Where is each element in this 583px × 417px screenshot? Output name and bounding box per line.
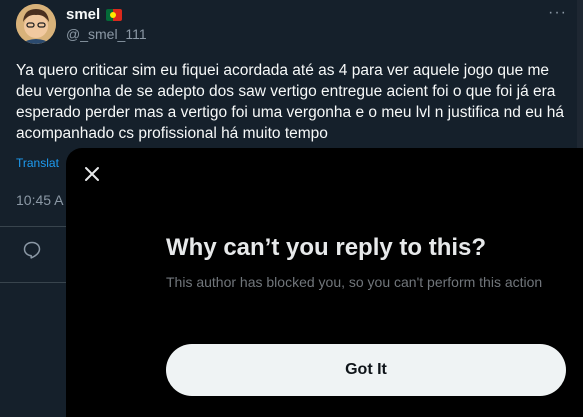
more-icon[interactable]: ··· [548,4,567,22]
author-name-row: smel [66,6,123,23]
translate-link[interactable]: Translat [16,156,59,170]
avatar-image [16,4,56,44]
portugal-flag-icon [106,8,123,21]
tweet-timestamp[interactable]: 10:45 A [16,192,64,208]
reply-icon[interactable] [22,240,42,260]
close-icon[interactable] [78,160,106,188]
dialog-title: Why can’t you reply to this? [166,234,487,261]
tweet-text: Ya quero criticar sim eu fiquei acordada… [16,62,564,142]
dialog-description: This author has blocked you, so you can'… [166,274,543,290]
author-name[interactable]: smel [66,6,100,23]
reply-restriction-dialog: Why can’t you reply to this? This author… [66,148,583,417]
avatar[interactable] [16,4,56,44]
got-it-button[interactable]: Got It [166,344,566,396]
author-handle[interactable]: @_smel_111 [66,26,147,42]
